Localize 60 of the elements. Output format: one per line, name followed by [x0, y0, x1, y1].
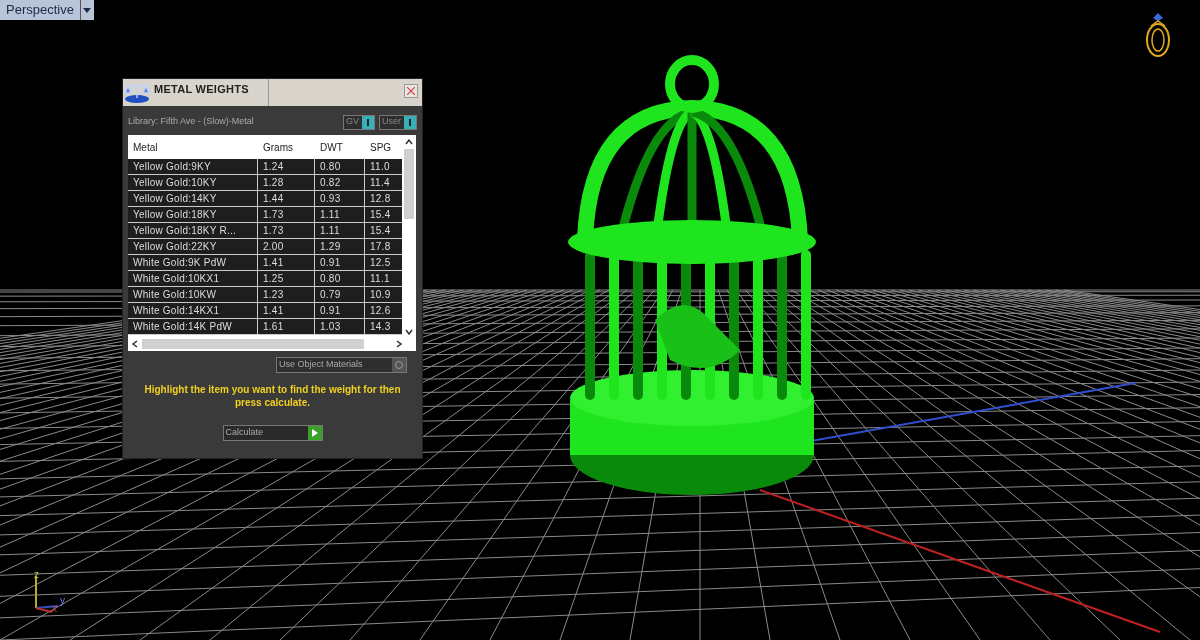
table-cell: 1.11	[315, 207, 365, 222]
table-cell: 0.91	[315, 255, 365, 270]
table-cell: 1.73	[258, 223, 315, 238]
toggle-switch[interactable]: GV	[342, 114, 375, 130]
table-cell: 1.24	[258, 159, 315, 174]
ring-logo-icon	[1143, 12, 1173, 60]
table-cell: 1.28	[258, 175, 315, 190]
axis-label: y	[60, 596, 65, 606]
axis-label: x	[52, 604, 57, 614]
axis-label: z	[34, 570, 39, 580]
table-cell: White Gold:14K PdW	[128, 319, 258, 334]
table-cell: 0.80	[315, 271, 365, 286]
table-cell: Yellow Gold:14KY	[128, 191, 258, 206]
table-cell: 0.82	[315, 175, 365, 190]
table-cell: White Gold:14KX1	[128, 303, 258, 318]
table-cell: 0.80	[315, 159, 365, 174]
scroll-left-icon	[132, 340, 138, 349]
table-cell: White Gold:10KX1	[128, 271, 258, 286]
scale-logo-icon	[124, 80, 150, 104]
dialog-title: METAL WEIGHTS	[154, 79, 269, 106]
library-label: Library: Fifth Ave - (Slow)-Metal	[128, 115, 255, 129]
table-cell: 0.91	[315, 303, 365, 318]
table-cell: 1.61	[258, 319, 315, 334]
column-header[interactable]: DWT	[315, 135, 365, 159]
scroll-up-icon	[405, 139, 413, 145]
table-cell: 1.11	[315, 223, 365, 238]
table-cell: 1.23	[258, 287, 315, 302]
table-cell: 1.41	[258, 303, 315, 318]
scroll-down-icon	[405, 329, 413, 336]
close-icon	[407, 87, 415, 95]
table-cell: White Gold:10KW	[128, 287, 258, 302]
table-cell: Yellow Gold:9KY	[128, 159, 258, 174]
table-cell: 2.00	[258, 239, 315, 254]
caret-icon	[83, 7, 92, 13]
table-cell: Yellow Gold:10KY	[128, 175, 258, 190]
table-cell: 1.44	[258, 191, 315, 206]
viewport-label[interactable]: Perspective	[0, 0, 80, 20]
column-header[interactable]: Metal	[128, 135, 258, 159]
toggle-switch[interactable]: User	[379, 114, 417, 130]
close-button[interactable]	[404, 84, 418, 98]
table-cell: White Gold:9K PdW	[128, 255, 258, 270]
table-cell: 1.41	[258, 255, 315, 270]
table-cell: 1.73	[258, 207, 315, 222]
scroll-right-icon	[396, 340, 402, 349]
table-cell: 0.79	[315, 287, 365, 302]
scrollbar-thumb[interactable]	[142, 339, 364, 350]
column-header[interactable]: Grams	[258, 135, 315, 159]
table-cell: Yellow Gold:22KY	[128, 239, 258, 254]
table-cell: Yellow Gold:18KY R...	[128, 223, 258, 238]
table-cell: 1.03	[315, 319, 365, 334]
table-cell: 1.25	[258, 271, 315, 286]
use-object-materials-toggle[interactable]: Use Object Materials	[276, 357, 407, 373]
calculate-button[interactable]: Calculate	[222, 425, 323, 441]
table-cell: Yellow Gold:18KY	[128, 207, 258, 222]
table-cell: 1.29	[315, 239, 365, 254]
scrollbar-thumb[interactable]	[404, 149, 414, 219]
instruction-text: Highlight the item you want to find the weight for then press calculate.	[143, 383, 402, 409]
column-header[interactable]: SPG	[365, 135, 402, 159]
table-cell: 0.93	[315, 191, 365, 206]
play-icon	[311, 429, 318, 437]
